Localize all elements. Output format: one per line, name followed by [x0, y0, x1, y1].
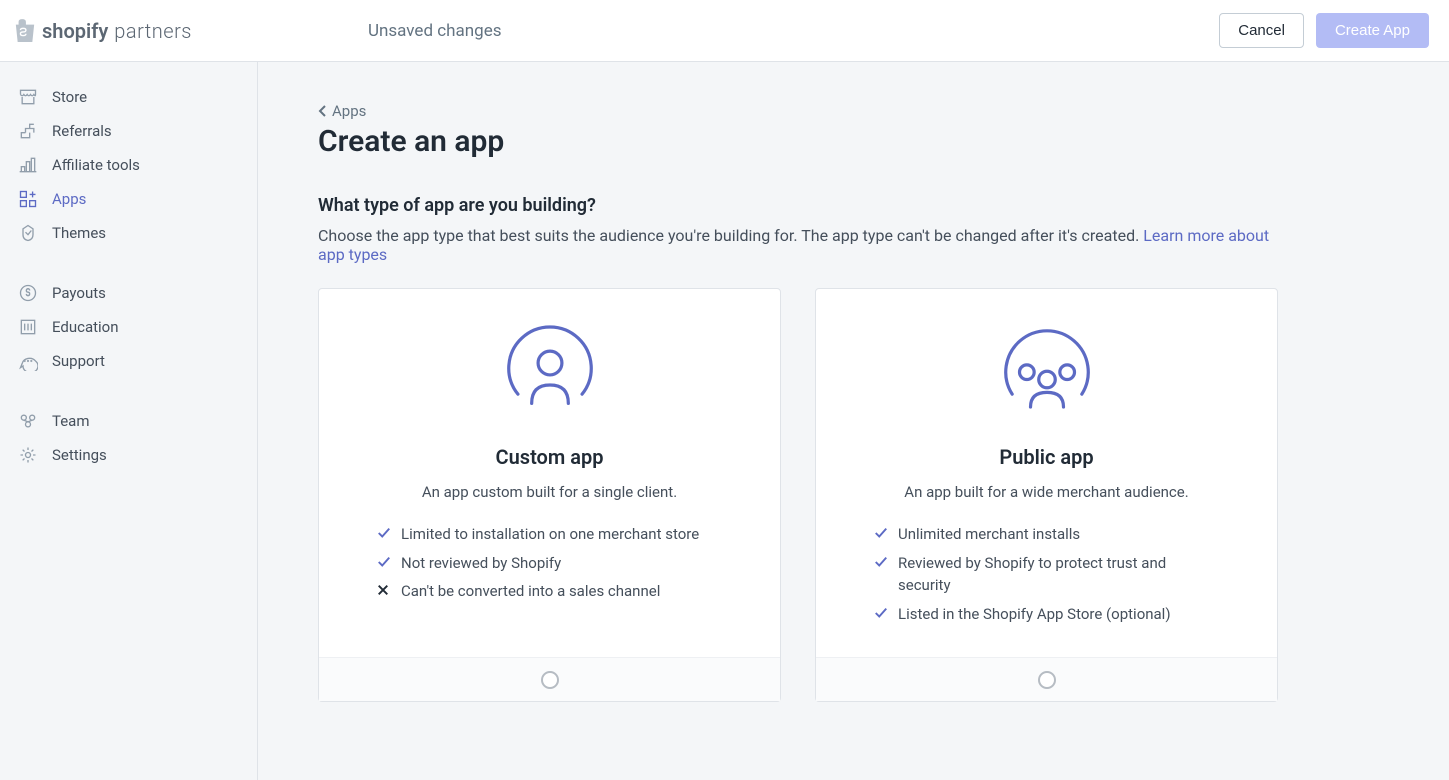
sidebar-item-label: Apps	[52, 190, 86, 208]
sidebar-item-affiliate-tools[interactable]: Affiliate tools	[0, 148, 257, 182]
sidebar-item-label: Themes	[52, 224, 106, 242]
breadcrumb-label: Apps	[332, 102, 366, 120]
feature-item: Not reviewed by Shopify	[377, 552, 722, 575]
group-users-icon	[992, 319, 1102, 429]
logo[interactable]: shopifypartners	[14, 18, 192, 44]
topbar-actions: Cancel Create App	[1219, 13, 1429, 48]
sidebar-item-label: Payouts	[52, 284, 106, 302]
card-title: Public app	[999, 445, 1093, 469]
create-app-button[interactable]: Create App	[1316, 13, 1429, 48]
feature-item: Unlimited merchant installs	[874, 523, 1219, 546]
unsaved-status: Unsaved changes	[368, 21, 502, 41]
sidebar-item-label: Team	[52, 412, 90, 430]
sidebar-item-label: Settings	[52, 446, 107, 464]
topbar: shopifypartners Unsaved changes Cancel C…	[0, 0, 1449, 62]
sidebar-item-label: Referrals	[52, 122, 112, 140]
sidebar-item-themes[interactable]: Themes	[0, 216, 257, 250]
check-icon	[874, 523, 888, 543]
sidebar-item-label: Affiliate tools	[52, 156, 140, 174]
dollar-icon	[18, 283, 38, 303]
sidebar-item-team[interactable]: Team	[0, 404, 257, 438]
card-public-app[interactable]: Public app An app built for a wide merch…	[815, 288, 1278, 702]
sidebar-item-support[interactable]: Support	[0, 344, 257, 378]
main-content: Apps Create an app What type of app are …	[258, 62, 1338, 780]
sidebar-item-label: Support	[52, 352, 105, 370]
logo-text: shopify	[42, 19, 108, 43]
check-icon	[377, 523, 391, 543]
sidebar-item-payouts[interactable]: Payouts	[0, 276, 257, 310]
cross-icon	[377, 580, 391, 600]
sidebar-item-settings[interactable]: Settings	[0, 438, 257, 472]
sidebar-item-apps[interactable]: Apps	[0, 182, 257, 216]
app-type-cards: Custom app An app custom built for a sin…	[318, 288, 1278, 702]
check-icon	[874, 603, 888, 623]
card-footer	[319, 657, 780, 701]
sidebar-item-label: Store	[52, 88, 87, 106]
store-icon	[18, 87, 38, 107]
feature-list: Limited to installation on one merchant …	[349, 523, 750, 609]
sidebar-item-education[interactable]: Education	[0, 310, 257, 344]
section-heading: What type of app are you building?	[318, 195, 1278, 216]
sidebar: Store Referrals Affiliate tools Apps The…	[0, 62, 258, 780]
feature-item: Reviewed by Shopify to protect trust and…	[874, 552, 1219, 597]
apps-icon	[18, 189, 38, 209]
chart-icon	[18, 155, 38, 175]
breadcrumb-back[interactable]: Apps	[318, 102, 366, 120]
feature-item: Limited to installation on one merchant …	[377, 523, 722, 546]
referrals-icon	[18, 121, 38, 141]
themes-icon	[18, 223, 38, 243]
team-icon	[18, 411, 38, 431]
card-footer	[816, 657, 1277, 701]
radio-custom-app[interactable]	[541, 671, 559, 689]
card-title: Custom app	[496, 445, 604, 469]
radio-public-app[interactable]	[1038, 671, 1056, 689]
page-title: Create an app	[318, 124, 1278, 159]
single-user-icon	[495, 319, 605, 429]
logo-suffix: partners	[114, 19, 192, 43]
section-description: Choose the app type that best suits the …	[318, 226, 1278, 264]
card-subtitle: An app built for a wide merchant audienc…	[904, 483, 1188, 501]
chevron-left-icon	[318, 104, 328, 118]
book-icon	[18, 317, 38, 337]
feature-item: Can't be converted into a sales channel	[377, 580, 722, 603]
chat-icon	[18, 351, 38, 371]
sidebar-item-label: Education	[52, 318, 119, 336]
check-icon	[377, 552, 391, 572]
gear-icon	[18, 445, 38, 465]
card-custom-app[interactable]: Custom app An app custom built for a sin…	[318, 288, 781, 702]
feature-list: Unlimited merchant installs Reviewed by …	[846, 523, 1247, 631]
sidebar-item-store[interactable]: Store	[0, 80, 257, 114]
sidebar-item-referrals[interactable]: Referrals	[0, 114, 257, 148]
check-icon	[874, 552, 888, 572]
feature-item: Listed in the Shopify App Store (optiona…	[874, 603, 1219, 626]
shopify-bag-icon	[14, 18, 36, 44]
cancel-button[interactable]: Cancel	[1219, 13, 1304, 48]
card-subtitle: An app custom built for a single client.	[422, 483, 677, 501]
